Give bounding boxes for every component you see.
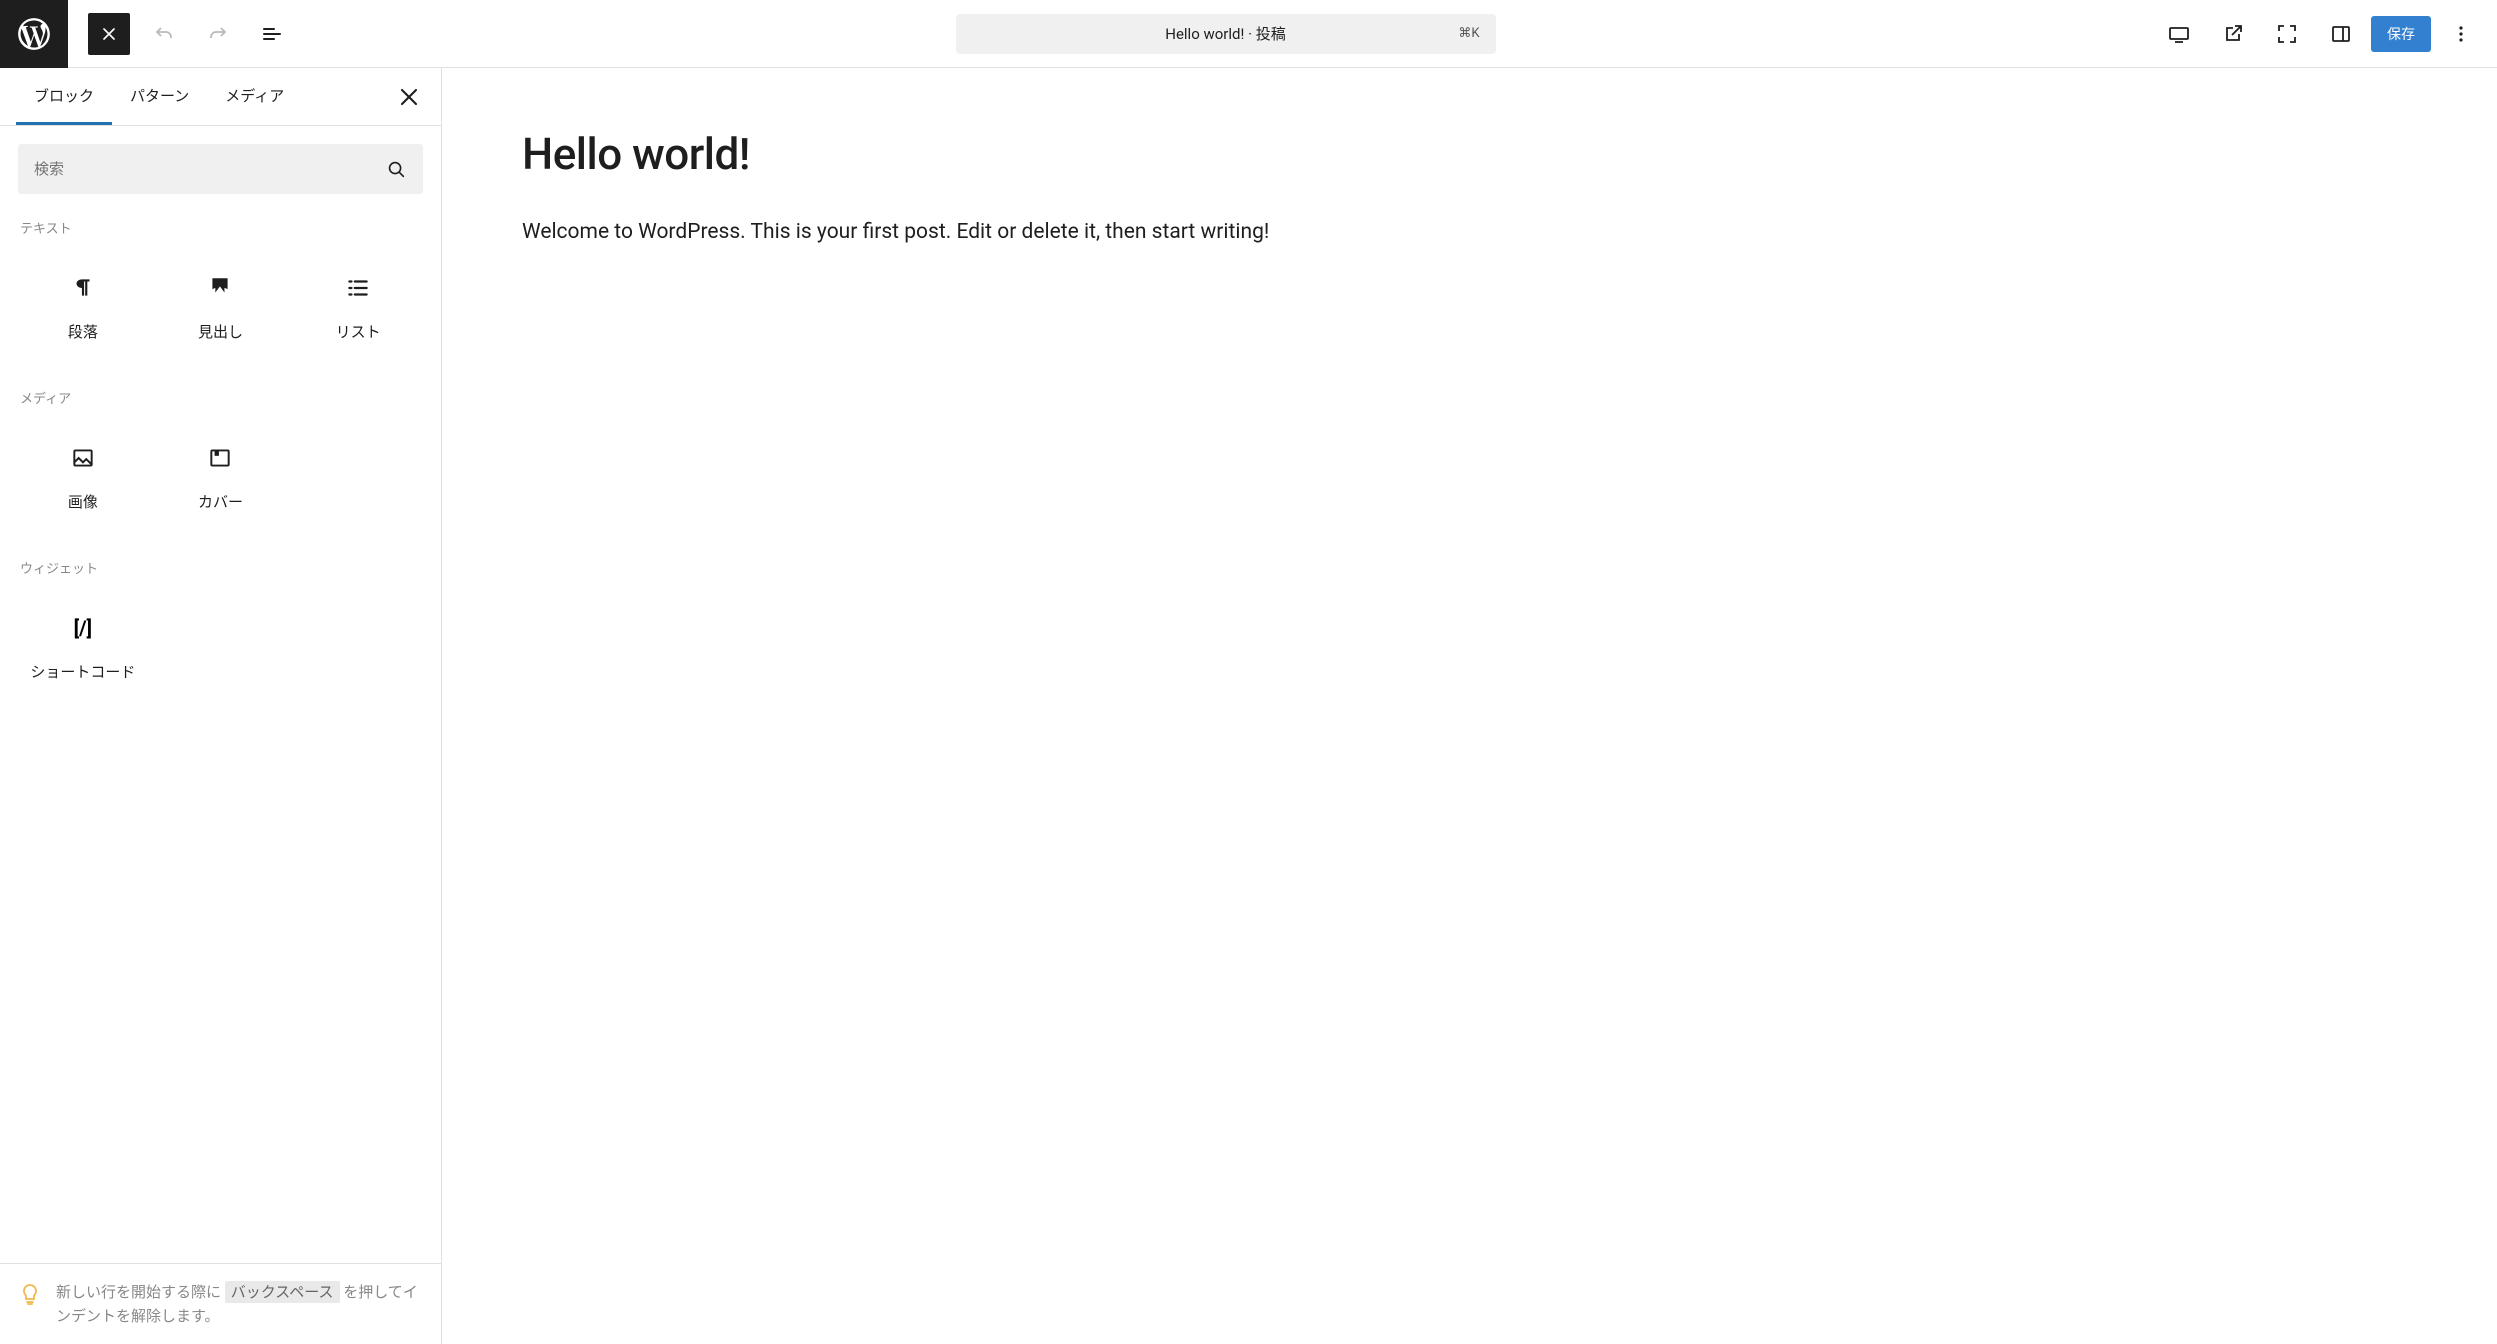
search-icon	[385, 158, 407, 180]
block-label: 画像	[68, 491, 98, 512]
shortcode-icon: [/]	[70, 615, 96, 641]
block-image[interactable]: 画像	[18, 421, 148, 530]
search-input[interactable]	[34, 161, 385, 178]
document-title: Hello world! · 投稿	[1165, 23, 1285, 44]
post-content[interactable]: Welcome to WordPress. This is your first…	[522, 216, 1282, 249]
settings-sidebar-button[interactable]	[2317, 10, 2365, 58]
redo-button[interactable]	[194, 10, 242, 58]
paragraph-icon	[70, 275, 96, 301]
category-text-label: テキスト	[20, 218, 423, 237]
lightbulb-icon	[18, 1282, 42, 1306]
undo-button[interactable]	[140, 10, 188, 58]
block-paragraph[interactable]: 段落	[18, 251, 148, 360]
heading-icon	[207, 275, 233, 301]
options-button[interactable]	[2437, 10, 2485, 58]
block-inserter-panel: ブロック パターン メディア テキスト 段落	[0, 68, 442, 1344]
more-vertical-icon	[2449, 22, 2473, 46]
fullscreen-icon	[2275, 22, 2299, 46]
tab-blocks[interactable]: ブロック	[16, 68, 112, 125]
document-title-bar[interactable]: Hello world! · 投稿 ⌘K	[956, 14, 1496, 54]
block-label: 見出し	[198, 321, 243, 342]
close-icon	[395, 83, 423, 111]
tab-patterns[interactable]: パターン	[112, 68, 207, 125]
inserter-tabs: ブロック パターン メディア	[0, 68, 441, 126]
list-icon	[345, 275, 371, 301]
close-icon	[99, 24, 119, 44]
block-label: リスト	[336, 321, 381, 342]
sidebar-icon	[2329, 22, 2353, 46]
view-button[interactable]	[2155, 10, 2203, 58]
tip-bar: 新しい行を開始する際に バックスペース を押してインデントを解除します。	[0, 1263, 441, 1344]
redo-icon	[206, 22, 230, 46]
wordpress-logo[interactable]	[0, 0, 68, 68]
image-icon	[70, 445, 96, 471]
tab-media[interactable]: メディア	[207, 68, 302, 125]
desktop-icon	[2167, 22, 2191, 46]
undo-icon	[152, 22, 176, 46]
block-label: ショートコード	[30, 661, 135, 682]
top-toolbar: Hello world! · 投稿 ⌘K 保存	[0, 0, 2497, 68]
inserter-close-button[interactable]	[395, 83, 423, 111]
block-shortcode[interactable]: [/] ショートコード	[18, 591, 148, 700]
save-button[interactable]: 保存	[2371, 16, 2431, 52]
block-heading[interactable]: 見出し	[156, 251, 286, 360]
tip-text: 新しい行を開始する際に バックスペース を押してインデントを解除します。	[56, 1280, 423, 1328]
block-search[interactable]	[18, 144, 423, 194]
block-cover[interactable]: カバー	[156, 421, 286, 530]
category-media-label: メディア	[20, 388, 423, 407]
toggle-inserter-button[interactable]	[88, 13, 130, 55]
category-widgets-label: ウィジェット	[20, 558, 423, 577]
document-overview-button[interactable]	[248, 10, 296, 58]
wordpress-icon	[15, 15, 53, 53]
external-link-icon	[2221, 22, 2245, 46]
block-label: 段落	[68, 321, 98, 342]
command-shortcut: ⌘K	[1458, 26, 1479, 41]
post-title[interactable]: Hello world!	[522, 128, 2417, 180]
block-list[interactable]: リスト	[293, 251, 423, 360]
preview-button[interactable]	[2209, 10, 2257, 58]
cover-icon	[207, 445, 233, 471]
block-label: カバー	[198, 491, 243, 512]
fullscreen-button[interactable]	[2263, 10, 2311, 58]
editor-canvas[interactable]: Hello world! Welcome to WordPress. This …	[442, 68, 2497, 1344]
list-view-icon	[260, 22, 284, 46]
